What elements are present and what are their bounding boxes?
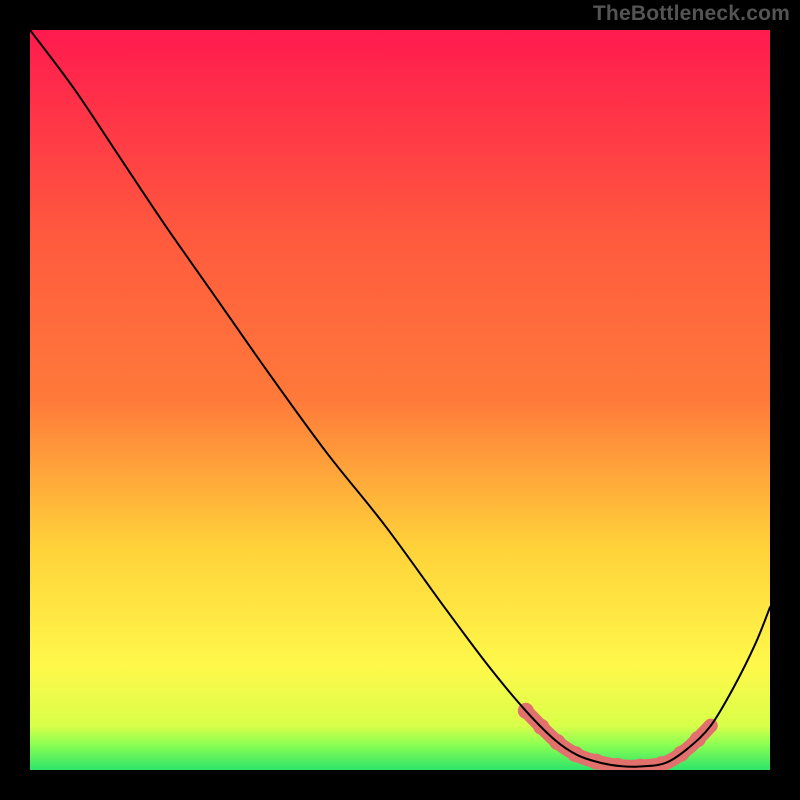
bottleneck-plot <box>30 30 770 770</box>
watermark-text: TheBottleneck.com <box>593 2 790 26</box>
chart-stage: TheBottleneck.com <box>0 0 800 800</box>
gradient-background <box>30 30 770 770</box>
chart-svg <box>30 30 770 770</box>
